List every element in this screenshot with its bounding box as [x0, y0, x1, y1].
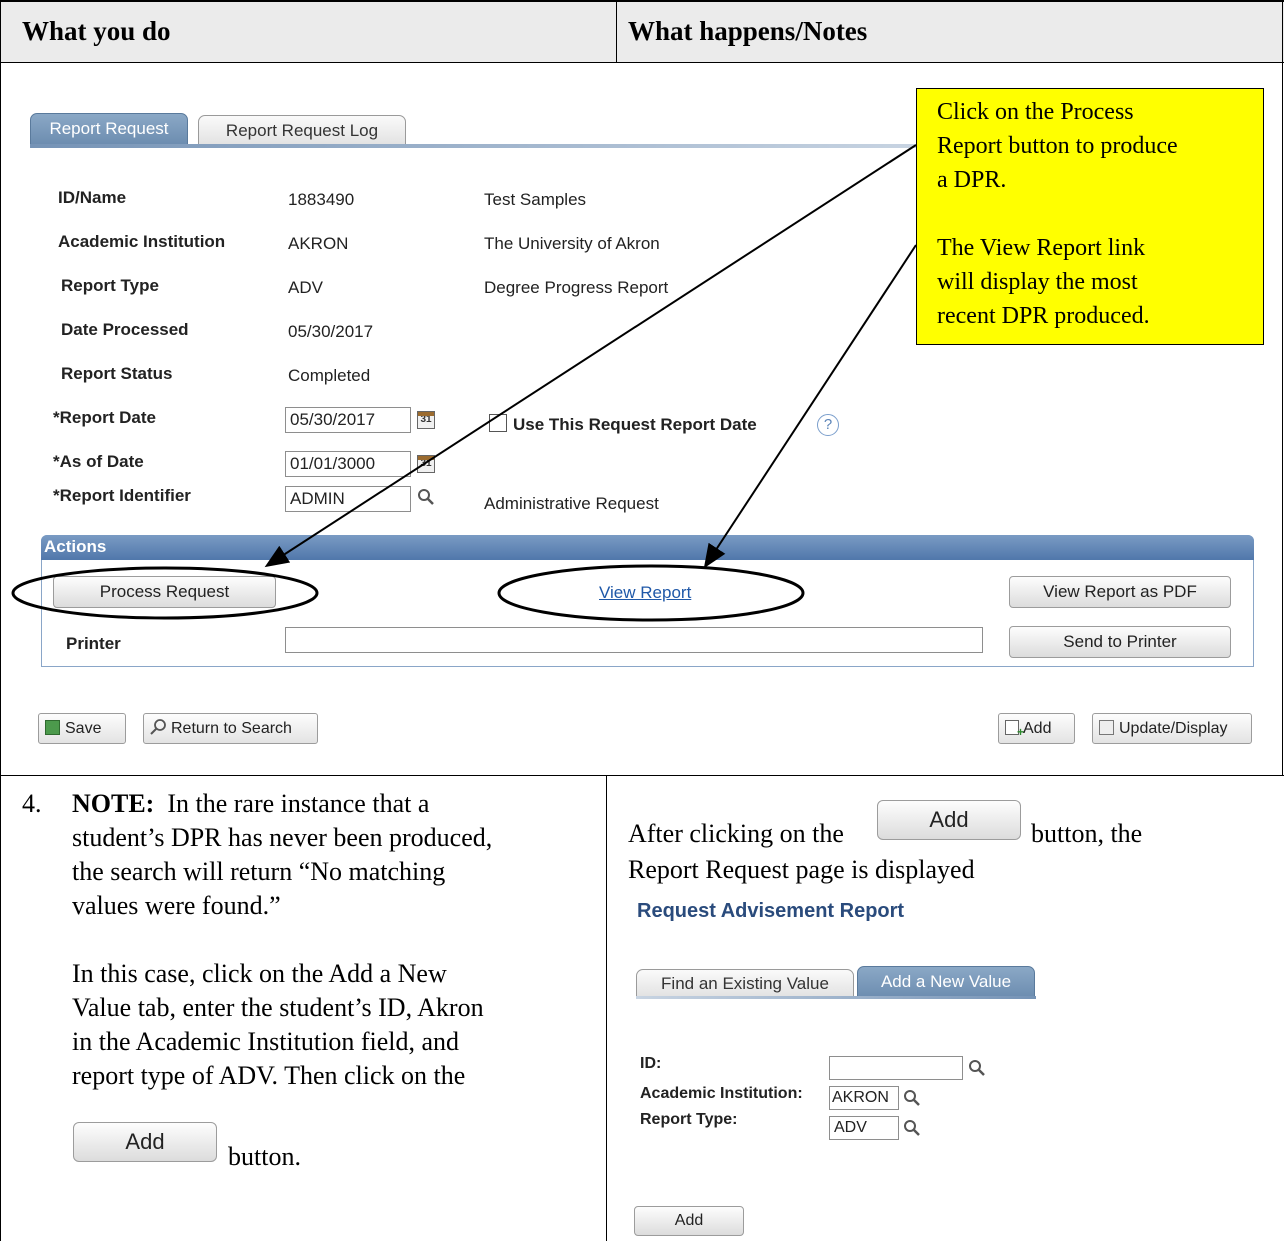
tab-add-new-value[interactable]: Add a New Value: [857, 966, 1035, 998]
step4-number: 4.: [22, 789, 42, 818]
after-clicking-line2: Report Request page is displayed: [628, 855, 975, 884]
after-clicking-suffix: button, the: [1031, 819, 1143, 848]
arrow-to-process-request: [264, 144, 917, 568]
add-report-type-input[interactable]: ADV: [829, 1116, 899, 1140]
step4-line: Value tab, enter the student’s ID, Akron: [72, 993, 484, 1022]
arrow-to-view-report: [703, 244, 917, 569]
after-clicking-prefix: After clicking on the: [628, 819, 844, 848]
step4-line: values were found.”: [72, 891, 281, 920]
step4-text: NOTE: In the rare instance that a studen…: [72, 787, 602, 1093]
tab-find-existing-label: Find an Existing Value: [661, 974, 829, 993]
tab-add-new-label: Add a New Value: [880, 972, 1012, 991]
tab-find-existing-value[interactable]: Find an Existing Value: [636, 969, 854, 997]
tab-strip-line-2: [636, 996, 1036, 999]
step4-line: In the rare instance that a: [167, 789, 430, 818]
step4-line: the search will return “No matching: [72, 857, 446, 886]
add-new-value-add-button[interactable]: Add: [634, 1206, 744, 1236]
process-request-highlight: [11, 566, 319, 620]
add-id-label: ID:: [640, 1055, 662, 1072]
add-report-type-label: Report Type:: [640, 1111, 738, 1128]
step4-button-suffix: button.: [228, 1142, 301, 1171]
add-institution-input[interactable]: AKRON: [829, 1086, 899, 1110]
annotation-overlay: [11, 144, 917, 622]
table-col-divider-body: [606, 775, 607, 1241]
view-report-highlight: [497, 564, 805, 622]
step4-line: in the Academic Institution field, and: [72, 1027, 460, 1056]
table-row-divider: [0, 775, 1284, 776]
step4-line: report type of ADV. Then click on the: [72, 1061, 466, 1090]
step4-add-button[interactable]: Add: [73, 1122, 217, 1162]
page-title: Request Advisement Report: [637, 900, 905, 922]
step4-line: In this case, click on the Add a New: [72, 959, 447, 988]
lookup-icon[interactable]: [903, 1089, 921, 1107]
add-id-input[interactable]: [829, 1056, 963, 1080]
lookup-icon[interactable]: [903, 1119, 921, 1137]
note-label: NOTE:: [72, 789, 155, 818]
inline-add-button[interactable]: Add: [877, 800, 1021, 840]
add-institution-label: Academic Institution:: [640, 1085, 803, 1102]
lookup-icon[interactable]: [968, 1059, 986, 1077]
step4-line: student’s DPR has never been produced,: [72, 823, 493, 852]
